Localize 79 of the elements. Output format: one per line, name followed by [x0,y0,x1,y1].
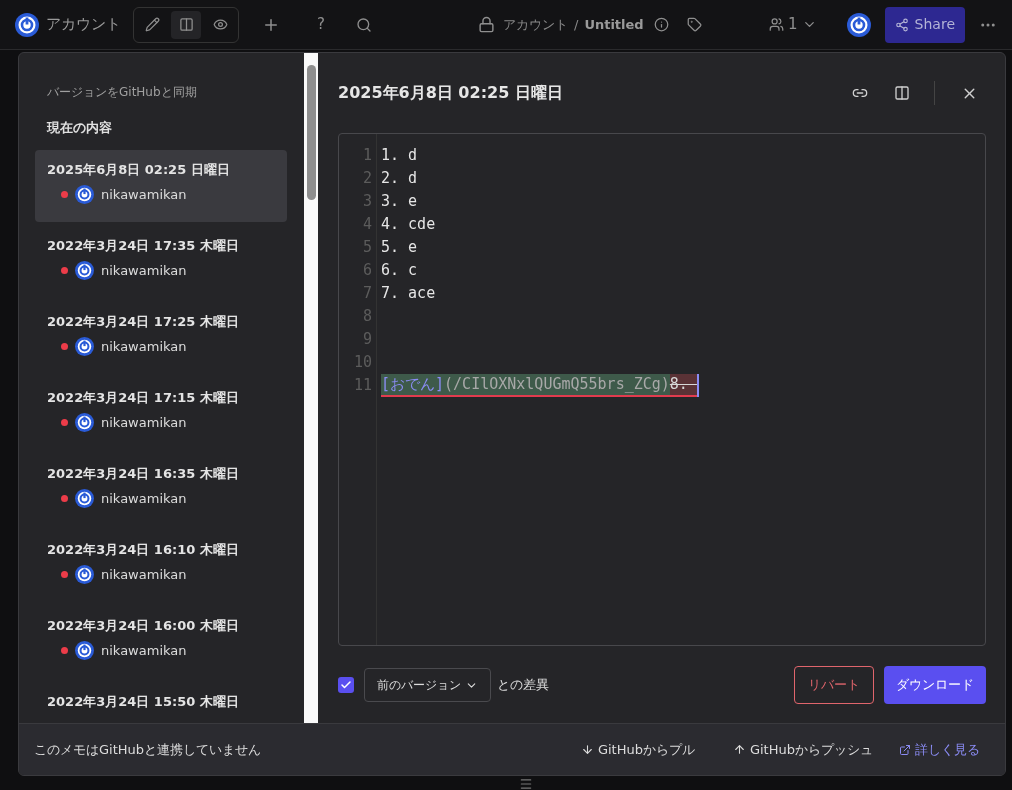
version-title: 2025年6月8日 02:25 日曜日 [338,82,563,104]
tag-icon[interactable] [686,17,702,32]
search-button[interactable] [356,16,372,33]
share-button[interactable]: Share [884,6,965,43]
breadcrumb-folder: アカウント [503,15,568,34]
user-avatar-icon [75,641,94,661]
version-date: 2022年3月24日 17:35 木曜日 [47,236,240,255]
version-item[interactable]: 2025年6月8日 02:25 日曜日 nikawamikan [35,149,287,222]
version-item[interactable]: 2022年3月24日 16:10 木曜日 nikawamikan [35,529,287,602]
code-text: 6. c [381,260,418,281]
arrow-down-icon [580,743,594,756]
user-name: nikawamikan [101,414,187,432]
code-text: 5. e [381,237,418,258]
diff-checkbox[interactable] [338,677,354,693]
version-item[interactable]: 2022年3月24日 17:15 木曜日 nikawamikan [35,377,287,450]
user-name: nikawamikan [101,262,187,280]
user-avatar-icon [75,413,94,433]
user-name: nikawamikan [101,186,187,204]
text-cursor [696,374,699,397]
version-date: 2022年3月24日 16:10 木曜日 [47,540,240,559]
lock-icon [478,16,495,33]
online-users-button[interactable]: 1 [769,13,817,36]
push-button[interactable]: GitHubからプッシュ [732,739,873,760]
user-name: nikawamikan [101,566,187,584]
user-avatar-icon [75,337,94,357]
version-date: 2025年6月8日 02:25 日曜日 [47,160,231,179]
version-date: 2022年3月24日 15:50 木曜日 [47,692,240,711]
help-button[interactable]: ? [311,13,331,36]
download-button[interactable]: ダウンロード [884,666,986,704]
user-name: nikawamikan [101,490,187,508]
user-name: nikawamikan [101,338,187,356]
users-icon [769,17,785,32]
code-text: 7. ace [381,283,436,304]
external-link-icon [899,743,911,756]
user-name: nikawamikan [101,642,187,660]
avatar-icon [846,12,871,37]
user-avatar-icon [75,261,94,281]
eye-icon [212,17,228,32]
breadcrumb-separator: / [574,15,579,34]
user-avatar-icon [75,489,94,509]
github-status-text: このメモはGitHubと連携していません [34,740,262,759]
code-text: 4. cde [381,214,436,235]
pull-button[interactable]: GitHubからプル [580,739,695,760]
version-item[interactable]: 2022年3月24日 17:25 木曜日 nikawamikan [35,301,287,374]
version-date: 2022年3月24日 17:15 木曜日 [47,388,240,407]
check-icon [340,679,352,691]
code-text: (/CIlOXNxlQUGmQ55brs_ZCg) [444,374,670,397]
code-text: 3. e [381,191,418,212]
revert-button[interactable]: リバート [794,666,874,704]
compare-dropdown[interactable]: 前のバージョン [364,668,491,702]
current-content-label: 現在の内容 [47,119,113,137]
diff-label: との差異 [497,676,549,695]
app-title: アカウント [46,14,121,36]
user-avatar-icon [75,565,94,585]
version-date: 2022年3月24日 16:00 木曜日 [47,616,240,635]
version-item[interactable]: 2022年3月24日 16:00 木曜日 nikawamikan [35,605,287,678]
learn-more-link[interactable]: 詳しく見る [899,739,980,760]
code-text: [おでん] [381,374,445,397]
columns-icon [178,17,194,32]
menu-icon [519,777,533,790]
user-avatar-icon [75,185,94,205]
sync-label[interactable]: バージョンをGitHubと同期 [47,83,287,101]
version-item[interactable]: 2022年3月24日 16:35 木曜日 nikawamikan [35,453,287,526]
arrow-up-icon [732,743,746,756]
code-text: 2. d [381,168,418,189]
pencil-icon [144,17,160,32]
note-title: Untitled [584,15,644,34]
version-date: 2022年3月24日 16:35 木曜日 [47,464,240,483]
version-date: 2022年3月24日 17:25 木曜日 [47,312,240,331]
version-item[interactable]: 2022年3月24日 17:35 木曜日 nikawamikan [35,225,287,298]
scrollbar[interactable] [304,53,318,723]
logo-icon [15,12,39,37]
share-icon [894,17,909,32]
split-mode-button[interactable] [171,10,201,39]
info-icon[interactable] [653,17,669,32]
panel-icon[interactable] [894,85,910,101]
code-text: 8. [669,374,697,397]
version-item[interactable]: 2022年3月24日 15:50 木曜日 [35,681,287,723]
code-text: 1. d [381,145,418,166]
